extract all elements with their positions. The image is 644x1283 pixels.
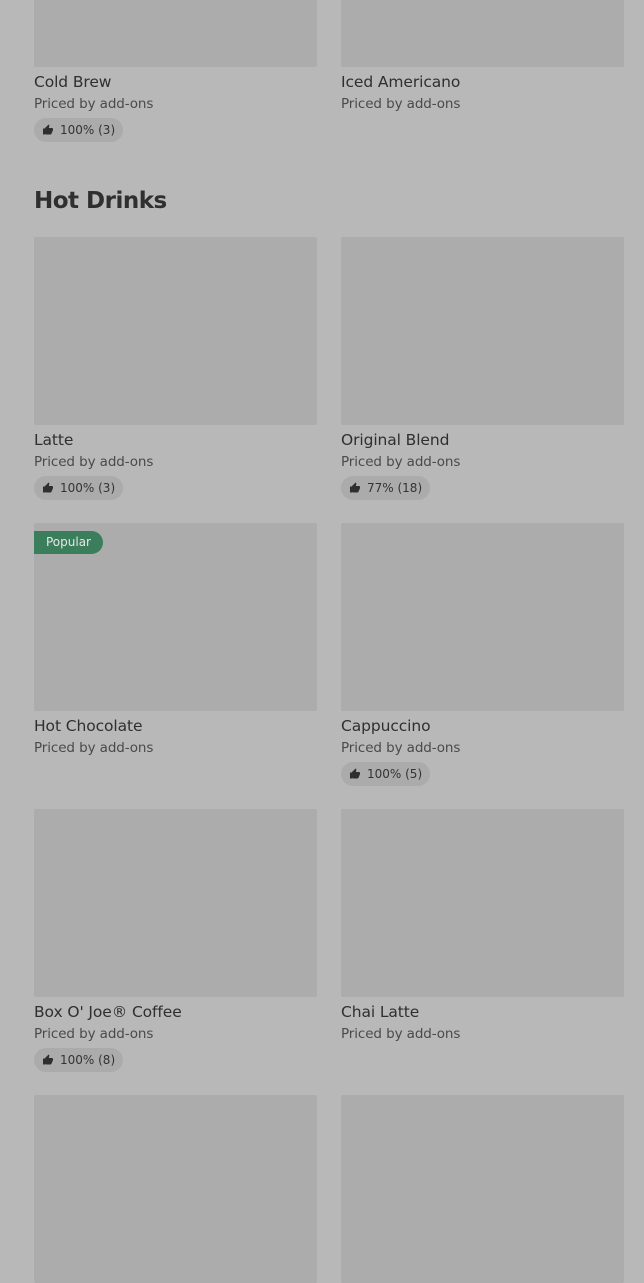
item-name: Cappuccino (341, 717, 431, 735)
menu-item-latte[interactable]: Latte Priced by add-ons 100% (3) (34, 237, 317, 500)
item-name: Cold Brew (34, 73, 112, 91)
item-image (341, 1095, 624, 1283)
thumbs-up-icon (350, 482, 360, 493)
item-name: Latte (34, 431, 74, 449)
item-price: Priced by add-ons (341, 1026, 461, 1042)
section-title: Hot Drinks (34, 188, 167, 214)
item-price: Priced by add-ons (341, 740, 461, 756)
popular-badge: Popular (34, 531, 103, 554)
item-image (34, 1095, 317, 1283)
rating-text: 100% (3) (60, 481, 116, 495)
rating-text: 100% (3) (60, 123, 116, 137)
item-name: Original Blend (341, 431, 450, 449)
menu-item-cold-brew[interactable]: Cold Brew Priced by add-ons 100% (3) (34, 0, 317, 142)
item-image (341, 237, 624, 425)
menu-item-partial[interactable] (341, 1095, 624, 1283)
menu-item-chai-latte[interactable]: Chai Latte Priced by add-ons (341, 809, 624, 1043)
item-price: Priced by add-ons (34, 740, 154, 756)
item-image (341, 809, 624, 997)
rating-pill: 100% (3) (34, 118, 124, 142)
item-price: Priced by add-ons (341, 96, 461, 112)
item-name: Hot Chocolate (34, 717, 143, 735)
menu-item-box-o-joe-coffee[interactable]: Box O' Joe® Coffee Priced by add-ons 100… (34, 809, 317, 1072)
item-image (34, 809, 317, 997)
rating-pill: 77% (18) (341, 476, 431, 500)
menu-item-iced-americano[interactable]: Iced Americano Priced by add-ons (341, 0, 624, 113)
item-price: Priced by add-ons (34, 1026, 154, 1042)
thumbs-up-icon (350, 768, 360, 779)
menu-item-cappuccino[interactable]: Cappuccino Priced by add-ons 100% (5) (341, 523, 624, 786)
item-price: Priced by add-ons (341, 454, 461, 470)
item-price: Priced by add-ons (34, 96, 154, 112)
menu-item-partial[interactable] (34, 1095, 317, 1283)
thumbs-up-icon (43, 124, 53, 135)
rating-text: 100% (8) (60, 1053, 116, 1067)
item-name: Box O' Joe® Coffee (34, 1003, 182, 1021)
rating-text: 100% (5) (367, 767, 423, 781)
item-image (34, 0, 317, 67)
thumbs-up-icon (43, 482, 53, 493)
rating-pill: 100% (5) (341, 762, 431, 786)
rating-text: 77% (18) (367, 481, 423, 495)
menu-item-original-blend[interactable]: Original Blend Priced by add-ons 77% (18… (341, 237, 624, 500)
rating-pill: 100% (8) (34, 1048, 124, 1072)
item-image (34, 237, 317, 425)
item-name: Iced Americano (341, 73, 461, 91)
menu-item-hot-chocolate[interactable]: Popular Hot Chocolate Priced by add-ons (34, 523, 317, 757)
item-image: Popular (34, 523, 317, 711)
item-image (341, 523, 624, 711)
item-price: Priced by add-ons (34, 454, 154, 470)
rating-pill: 100% (3) (34, 476, 124, 500)
thumbs-up-icon (43, 1054, 53, 1065)
item-image (341, 0, 624, 67)
item-name: Chai Latte (341, 1003, 420, 1021)
